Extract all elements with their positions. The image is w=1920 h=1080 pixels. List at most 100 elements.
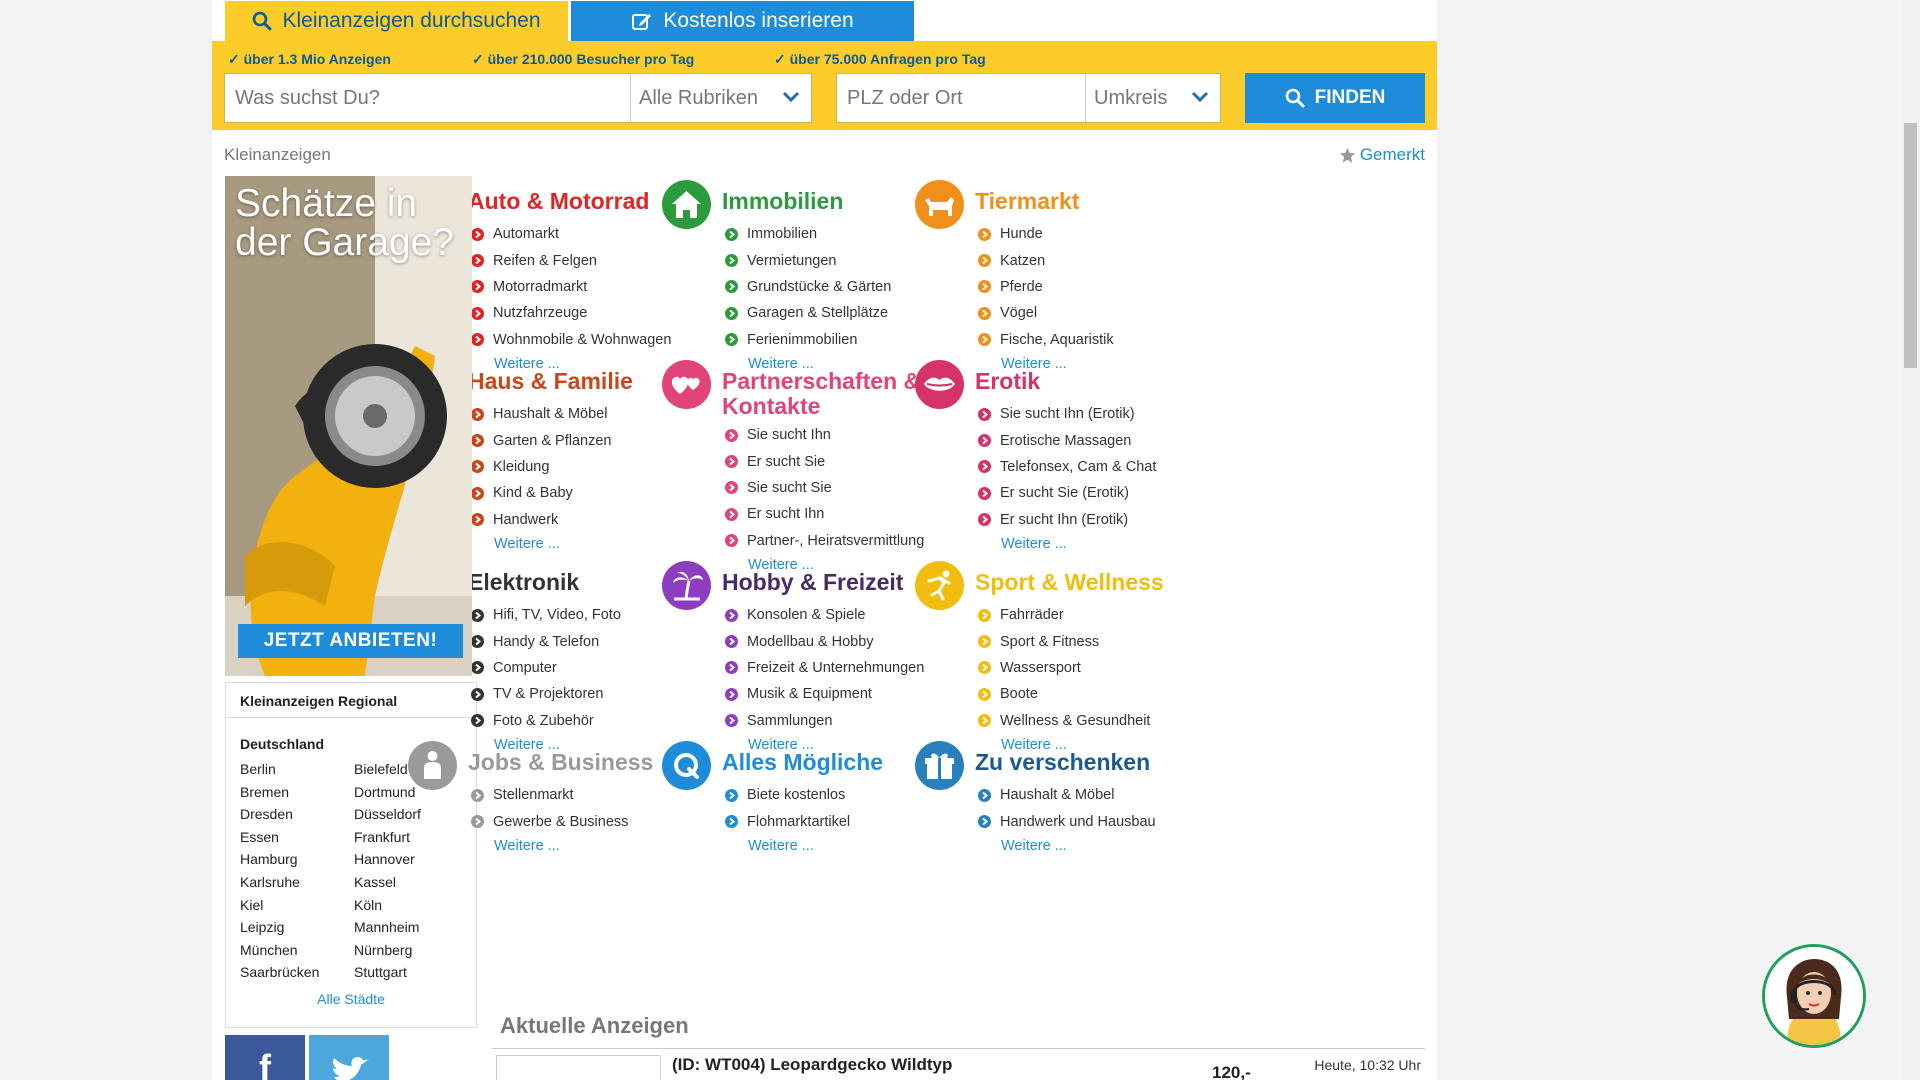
more-link[interactable]: Weitere ... bbox=[748, 838, 814, 854]
subcategory-item[interactable]: Grundstücke & Gärten bbox=[725, 274, 891, 300]
city-link[interactable]: Stuttgart bbox=[354, 964, 468, 987]
tab-post-ad[interactable]: Kostenlos inserieren bbox=[571, 1, 914, 41]
city-link[interactable]: Saarbrücken bbox=[240, 964, 354, 987]
subcategory-item[interactable]: Fahrräder bbox=[978, 602, 1150, 628]
subcategory-item[interactable]: Flohmarktartikel bbox=[725, 808, 850, 834]
subcategory-item[interactable]: Computer bbox=[471, 655, 621, 681]
city-link[interactable]: Nürnberg bbox=[354, 942, 468, 965]
subcategory-item[interactable]: Partner-, Heiratsvermittlung bbox=[725, 528, 924, 554]
facebook-button[interactable]: f bbox=[225, 1035, 305, 1080]
category-select[interactable]: Alle Rubriken bbox=[630, 74, 812, 122]
ad-banner[interactable]: Schätze in der Garage? JETZT ANBIETEN! bbox=[225, 176, 472, 676]
regional-country[interactable]: Deutschland bbox=[240, 736, 324, 752]
subcategory-item[interactable]: Pferde bbox=[978, 274, 1114, 300]
city-link[interactable]: Frankfurt bbox=[354, 829, 468, 852]
city-link[interactable]: Kiel bbox=[240, 897, 354, 920]
subcategory-item[interactable]: Handy & Telefon bbox=[471, 628, 621, 654]
radius-select[interactable]: Umkreis bbox=[1085, 74, 1221, 122]
subcategory-item[interactable]: Wellness & Gesundheit bbox=[978, 708, 1150, 734]
house-icon[interactable] bbox=[662, 180, 711, 229]
city-link[interactable]: Berlin bbox=[240, 761, 354, 784]
palm-icon[interactable] bbox=[662, 561, 711, 610]
subcategory-item[interactable]: Freizeit & Unternehmungen bbox=[725, 655, 924, 681]
city-link[interactable]: Mannheim bbox=[354, 919, 468, 942]
subcategory-item[interactable]: Vögel bbox=[978, 300, 1114, 326]
category-title[interactable]: Zu verschenken bbox=[975, 750, 1215, 775]
subcategory-item[interactable]: Konsolen & Spiele bbox=[725, 602, 924, 628]
subcategory-item[interactable]: Erotische Massagen bbox=[978, 427, 1156, 453]
subcategory-item[interactable]: Musik & Equipment bbox=[725, 681, 924, 707]
subcategory-item[interactable]: Garten & Pflanzen bbox=[471, 427, 612, 453]
tab-search[interactable]: Kleinanzeigen durchsuchen bbox=[225, 1, 568, 41]
subcategory-item[interactable]: Sie sucht Ihn bbox=[725, 422, 924, 448]
subcategory-item[interactable]: Sammlungen bbox=[725, 708, 924, 734]
gift-icon[interactable] bbox=[915, 741, 964, 790]
subcategory-item[interactable]: Hunde bbox=[978, 221, 1114, 247]
more-link[interactable]: Weitere ... bbox=[1001, 536, 1067, 552]
subcategory-item[interactable]: Wassersport bbox=[978, 655, 1150, 681]
subcategory-item[interactable]: Sie sucht Sie bbox=[725, 475, 924, 501]
subcategory-item[interactable]: Handwerk bbox=[471, 507, 612, 533]
city-link[interactable]: Leipzig bbox=[240, 919, 354, 942]
subcategory-item[interactable]: Haushalt & Möbel bbox=[978, 782, 1156, 808]
hearts-icon[interactable] bbox=[662, 360, 711, 409]
city-link[interactable]: Dresden bbox=[240, 806, 354, 829]
city-link[interactable]: Düsseldorf bbox=[354, 806, 468, 829]
subcategory-item[interactable]: Telefonsex, Cam & Chat bbox=[978, 454, 1156, 480]
subcategory-item[interactable]: Ferienimmobilien bbox=[725, 327, 891, 353]
chat-support-button[interactable] bbox=[1762, 944, 1866, 1048]
city-link[interactable]: Kassel bbox=[354, 874, 468, 897]
city-link[interactable]: Hannover bbox=[354, 851, 468, 874]
subcategory-item[interactable]: Er sucht Ihn bbox=[725, 501, 924, 527]
subcategory-item[interactable]: Biete kostenlos bbox=[725, 782, 850, 808]
search-input[interactable] bbox=[225, 74, 630, 122]
subcategory-item[interactable]: Foto & Zubehör bbox=[471, 708, 621, 734]
subcategory-item[interactable]: Haushalt & Möbel bbox=[471, 401, 612, 427]
scrollbar-thumb[interactable] bbox=[1904, 123, 1917, 368]
subcategory-item[interactable]: Er sucht Sie bbox=[725, 448, 924, 474]
sport-icon[interactable] bbox=[915, 561, 964, 610]
dog-icon[interactable] bbox=[915, 180, 964, 229]
subcategory-item[interactable]: Katzen bbox=[978, 247, 1114, 273]
subcategory-item[interactable]: TV & Projektoren bbox=[471, 681, 621, 707]
city-link[interactable]: Köln bbox=[354, 897, 468, 920]
subcategory-item[interactable]: Modellbau & Hobby bbox=[725, 628, 924, 654]
category-title[interactable]: Sport & Wellness bbox=[975, 570, 1215, 595]
subcategory-item[interactable]: Gewerbe & Business bbox=[471, 808, 628, 834]
city-link[interactable]: Bremen bbox=[240, 784, 354, 807]
person-icon[interactable] bbox=[408, 741, 457, 790]
listing-thumbnail[interactable] bbox=[496, 1055, 661, 1080]
city-link[interactable]: Essen bbox=[240, 829, 354, 852]
scrollbar-track[interactable] bbox=[1902, 0, 1920, 1080]
subcategory-item[interactable]: Vermietungen bbox=[725, 247, 891, 273]
subcategory-item[interactable]: Automarkt bbox=[471, 221, 671, 247]
all-cities-link[interactable]: Alle Städte bbox=[226, 991, 476, 1007]
find-button[interactable]: FINDEN bbox=[1245, 73, 1425, 123]
subcategory-item[interactable]: Hifi, TV, Video, Foto bbox=[471, 602, 621, 628]
twitter-button[interactable] bbox=[309, 1035, 389, 1080]
breadcrumb[interactable]: Kleinanzeigen bbox=[224, 145, 331, 165]
q-icon[interactable] bbox=[662, 741, 711, 790]
subcategory-item[interactable]: Er sucht Sie (Erotik) bbox=[978, 480, 1156, 506]
more-link[interactable]: Weitere ... bbox=[494, 536, 560, 552]
category-title[interactable]: Tiermarkt bbox=[975, 189, 1215, 214]
city-link[interactable]: Hamburg bbox=[240, 851, 354, 874]
listing-title[interactable]: (ID: WT004) Leopardgecko Wildtyp bbox=[672, 1055, 952, 1075]
subcategory-item[interactable]: Stellenmarkt bbox=[471, 782, 628, 808]
subcategory-item[interactable]: Kind & Baby bbox=[471, 480, 612, 506]
subcategory-item[interactable]: Handwerk und Hausbau bbox=[978, 808, 1156, 834]
ad-cta-button[interactable]: JETZT ANBIETEN! bbox=[238, 624, 463, 658]
subcategory-item[interactable]: Wohnmobile & Wohnwagen bbox=[471, 327, 671, 353]
subcategory-item[interactable]: Sie sucht Ihn (Erotik) bbox=[978, 401, 1156, 427]
subcategory-item[interactable]: Sport & Fitness bbox=[978, 628, 1150, 654]
subcategory-item[interactable]: Motorradmarkt bbox=[471, 274, 671, 300]
subcategory-item[interactable]: Immobilien bbox=[725, 221, 891, 247]
city-link[interactable]: Karlsruhe bbox=[240, 874, 354, 897]
category-title[interactable]: Erotik bbox=[975, 369, 1215, 394]
lips-icon[interactable] bbox=[915, 360, 964, 409]
location-input[interactable] bbox=[837, 74, 1085, 122]
subcategory-item[interactable]: Kleidung bbox=[471, 454, 612, 480]
city-link[interactable]: München bbox=[240, 942, 354, 965]
listing-row[interactable]: (ID: WT004) Leopardgecko Wildtyp 120,- H… bbox=[492, 1048, 1425, 1080]
subcategory-item[interactable]: Nutzfahrzeuge bbox=[471, 300, 671, 326]
